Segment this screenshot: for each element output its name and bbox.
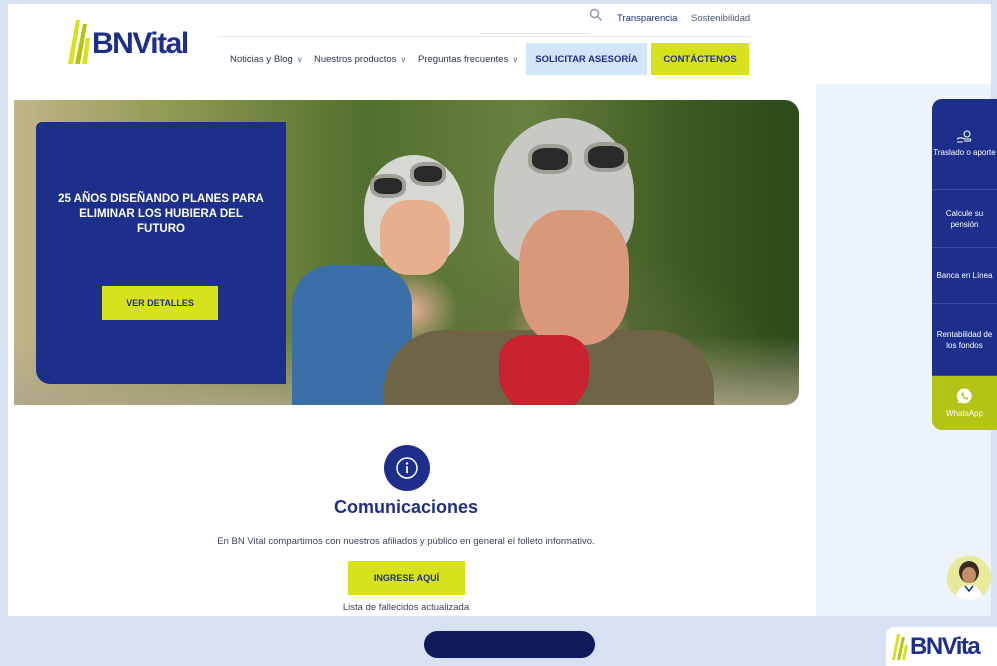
side-item-label: Rentabilidad de los fondos [936,329,993,350]
hero-title: 25 AÑOS DISEÑANDO PLANES PARA ELIMINAR L… [58,193,264,235]
bn-vital-logo[interactable]: BNVital [64,16,194,68]
nav-label: Preguntas frecuentes [418,54,509,65]
bottom-pill-bar[interactable] [424,631,595,658]
logo-text-vital: Vital [132,27,189,60]
side-item-label: Traslado o aporte [933,148,996,157]
hero-photo-goggle [370,174,406,198]
logo-mark-icon [68,20,90,64]
hero-card: 25 AÑOS DISEÑANDO PLANES PARA ELIMINAR L… [36,122,286,384]
side-item-calcule-pension[interactable]: Calcule su pensión [932,189,997,247]
quick-actions-panel: Traslado o aporte Calcule su pensión Ban… [932,99,997,430]
section-title: Comunicaciones [333,497,479,517]
nav-noticias-blog[interactable]: Noticias y Blog ∨ [230,54,303,65]
search-input[interactable] [480,8,588,34]
nav-preguntas-frecuentes[interactable]: Preguntas frecuentes ∨ [418,54,518,65]
transparencia-link[interactable]: Transparencia [617,13,677,24]
side-item-label: Calcule su pensión [945,208,984,229]
lista-fallecidos-link[interactable]: Lista de fallecidos actualizada [306,602,506,613]
header-divider [218,36,751,37]
side-item-label: Banca en Línea [936,271,993,280]
whatsapp-button[interactable]: WhatsApp [932,375,997,430]
page: BNVital Transparencia Sostenibilidad Not… [8,4,991,616]
nav-nuestros-productos[interactable]: Nuestros productos ∨ [314,54,406,65]
search-icon[interactable] [589,8,603,22]
info-circle-icon [396,457,418,479]
hero-photo-goggle [584,142,628,172]
bottom-logo: BNVita [886,627,997,666]
hero-photo-man-scarf [499,335,589,405]
nav-label: Noticias y Blog [230,54,293,65]
assistant-avatar-icon [947,556,991,600]
logo-mark-icon [892,634,908,660]
side-item-traslado[interactable]: Traslado o aporte [932,99,997,189]
chevron-down-icon: ∨ [296,55,303,64]
ingrese-aqui-button[interactable]: INGRESE AQUÍ [348,561,465,595]
chevron-down-icon: ∨ [512,55,519,64]
hero-photo-woman-face [380,200,450,275]
site-header: BNVital Transparencia Sostenibilidad Not… [8,4,991,84]
info-icon [384,445,430,491]
solicitar-asesoria-button[interactable]: SOLICITAR ASESORÍA [526,43,647,75]
sostenibilidad-link[interactable]: Sostenibilidad [691,13,750,24]
logo-text-bn: BN [92,27,134,60]
hero-photo-man-face [519,210,629,345]
hand-coin-icon [956,130,971,143]
chat-assistant-avatar[interactable] [947,556,991,600]
side-item-rentabilidad[interactable]: Rentabilidad de los fondos [932,303,997,375]
whatsapp-icon [956,388,972,404]
contactenos-button[interactable]: CONTÁCTENOS [651,43,749,75]
side-item-banca-linea[interactable]: Banca en Línea [932,247,997,303]
hero-photo-goggle [528,144,572,174]
ver-detalles-button[interactable]: VER DETALLES [102,286,218,320]
chevron-down-icon: ∨ [400,55,407,64]
section-description: En BN Vital compartimos con nuestros afi… [217,536,595,547]
hero-photo-goggle [410,162,446,186]
whatsapp-label: WhatsApp [946,409,983,418]
bottom-logo-text: BNVita [910,633,981,660]
logo-text: BNVital [92,26,189,62]
nav-label: Nuestros productos [314,54,397,65]
